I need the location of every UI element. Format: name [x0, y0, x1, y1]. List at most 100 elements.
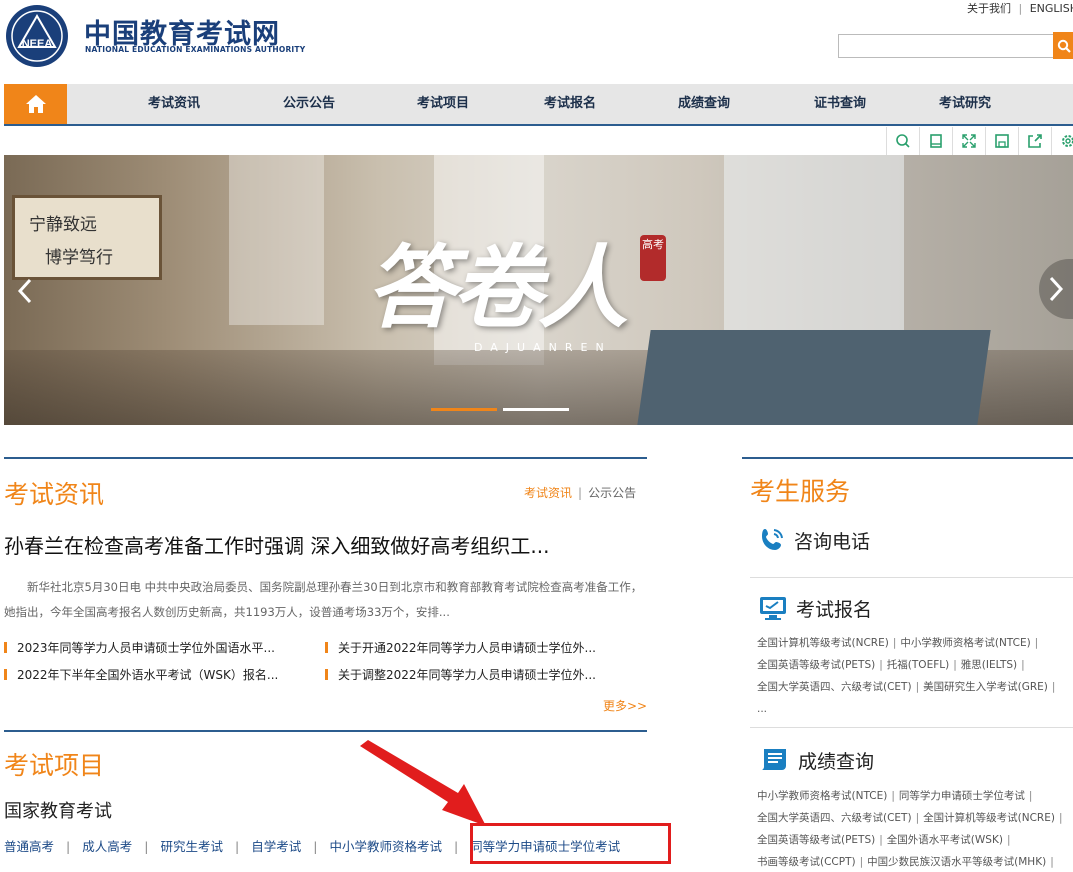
service-link[interactable]: 书画等级考试(CCPT) [757, 856, 856, 868]
document-icon [762, 749, 786, 770]
tab-separator: | [578, 486, 583, 500]
site-subtitle: NATIONAL EDUCATION EXAMINATIONS AUTHORIT… [85, 45, 306, 54]
news-item[interactable]: 关于开通2022年同等学力人员申请硕士学位外... [325, 639, 596, 656]
service-link[interactable]: 全国大学英语四、六级考试(CET) [757, 812, 912, 824]
page-icon [930, 134, 942, 148]
neea-logo[interactable]: NEEA [4, 3, 70, 69]
nav-item-notices[interactable]: 公示公告 [283, 84, 335, 124]
banner-desk [637, 330, 991, 425]
link-separator: | [1028, 790, 1033, 802]
fullscreen-tool-button[interactable] [952, 127, 985, 155]
carousel-next-button[interactable] [1039, 259, 1073, 319]
exam-link-graduate[interactable]: 研究生考试 [160, 839, 223, 854]
nav-item-news[interactable]: 考试资讯 [148, 84, 200, 124]
link-separator: | [879, 834, 883, 846]
phone-icon [762, 529, 783, 550]
about-link[interactable]: 关于我们 [967, 2, 1011, 15]
service-link[interactable]: 全国大学英语四、六级考试(CET) [757, 681, 912, 693]
link-separator: | [915, 681, 920, 693]
link-separator: | [1006, 834, 1011, 846]
exams-section-title: 考试项目 [4, 751, 105, 780]
tab-notices[interactable]: 公示公告 [588, 486, 636, 500]
settings-tool-button[interactable] [1051, 127, 1073, 155]
nav-item-registration[interactable]: 考试报名 [544, 84, 596, 124]
hotline-row[interactable]: 咨询电话 [758, 526, 870, 554]
calligraphy-scroll: 宁静致远 博学笃行 [12, 195, 162, 280]
search-input[interactable] [838, 34, 1054, 58]
page-tool-button[interactable] [919, 127, 952, 155]
carousel-indicators [431, 408, 569, 411]
news-item[interactable]: 2023年同等学力人员申请硕士学位外国语水平... [4, 639, 275, 656]
nav-item-scores[interactable]: 成绩查询 [678, 84, 730, 124]
link-separator: | [879, 659, 883, 671]
monitor-icon [760, 597, 786, 620]
link-separator: | [915, 812, 920, 824]
service-link[interactable]: 全国英语等级考试(PETS) [757, 659, 875, 671]
link-separator: | [144, 839, 149, 854]
accessibility-toolbar [886, 127, 1073, 155]
registration-row[interactable]: 考试报名 [758, 594, 872, 622]
service-link[interactable]: 全国计算机等级考试(NCRE) [923, 812, 1055, 824]
scroll-line-1: 宁静致远 [29, 215, 97, 235]
carousel-prev-button[interactable] [16, 277, 34, 313]
link-separator: | [859, 856, 864, 868]
carousel-dot-2[interactable] [503, 408, 569, 411]
gear-icon [1062, 135, 1073, 147]
exam-link-self-study[interactable]: 自学考试 [251, 839, 301, 854]
expand-icon [962, 134, 976, 148]
link-separator: | [453, 839, 459, 854]
news-section-divider [4, 457, 647, 459]
hero-carousel[interactable]: 宁静致远 博学笃行 答卷人 高考 DAJUANREN [4, 155, 1073, 425]
link-separator: | [1021, 659, 1025, 671]
services-divider [750, 727, 1073, 728]
more-link[interactable]: 更多>> [603, 697, 647, 714]
scores-row[interactable]: 成绩查询 [758, 746, 874, 774]
highlight-box [470, 823, 671, 864]
chevron-right-icon [1049, 276, 1064, 302]
news-section-title: 考试资讯 [4, 480, 105, 509]
service-link[interactable]: 同等学力申请硕士学位考试 [899, 790, 1025, 802]
exam-link-adult[interactable]: 成人高考 [82, 839, 132, 854]
news-item[interactable]: 关于调整2022年同等学力人员申请硕士学位外... [325, 666, 596, 683]
more-ellipsis[interactable]: ... [757, 703, 767, 715]
registration-title: 考试报名 [796, 598, 873, 621]
news-tabs: 考试资讯 | 公示公告 [524, 484, 636, 501]
service-link[interactable]: 全国外语水平考试(WSK) [887, 834, 1003, 846]
news-item[interactable]: 2022年下半年全国外语水平考试（WSK）报名... [4, 666, 278, 683]
search-icon [1057, 39, 1071, 53]
link-separator: | [1034, 637, 1039, 649]
save-tool-button[interactable] [985, 127, 1018, 155]
service-link[interactable]: 托福(TOEFL) [887, 659, 949, 671]
magnifier-icon [896, 134, 910, 148]
banner-window [229, 155, 324, 325]
english-link[interactable]: ENGLISH [1030, 2, 1073, 15]
services-divider [750, 577, 1073, 578]
link-separator: | [234, 839, 240, 854]
carousel-dot-1[interactable] [431, 408, 497, 411]
nav-item-certificates[interactable]: 证书查询 [814, 84, 866, 124]
exam-link-teacher[interactable]: 中小学教师资格考试 [329, 839, 442, 854]
nav-item-exams[interactable]: 考试项目 [417, 84, 469, 124]
link-separator: | [891, 790, 895, 802]
exam-link-gaokao[interactable]: 普通高考 [4, 839, 54, 854]
share-tool-button[interactable] [1018, 127, 1051, 155]
search-button[interactable] [1053, 32, 1073, 59]
registration-links: 全国计算机等级考试(NCRE) | 中小学教师资格考试(NTCE) | 全国英语等级考… [757, 632, 1073, 720]
service-link[interactable]: 全国英语等级考试(PETS) [757, 834, 875, 846]
service-link[interactable]: 雅思(IELTS) [961, 659, 1017, 671]
service-link[interactable]: 全国计算机等级考试(NCRE) [757, 637, 889, 649]
service-link[interactable]: 中小学教师资格考试(NTCE) [900, 637, 1030, 649]
service-link[interactable]: 中国少数民族汉语水平等级考试(MHK) [867, 856, 1046, 868]
services-section-divider [742, 457, 1073, 459]
share-icon [1028, 134, 1042, 148]
tab-news[interactable]: 考试资讯 [524, 486, 572, 500]
news-headline[interactable]: 孙春兰在检查高考准备工作时强调 深入细致做好高考组织工... [4, 530, 549, 559]
link-separator: | [313, 839, 318, 854]
home-button[interactable] [4, 84, 67, 124]
service-link[interactable]: 中小学教师资格考试(NTCE) [757, 790, 887, 802]
service-link[interactable]: 美国研究生入学考试(GRE) [923, 681, 1048, 693]
zoom-tool-button[interactable] [886, 127, 919, 155]
banner-seal: 高考 [640, 235, 666, 281]
link-separator: | [1050, 856, 1054, 868]
nav-item-research[interactable]: 考试研究 [939, 84, 991, 124]
